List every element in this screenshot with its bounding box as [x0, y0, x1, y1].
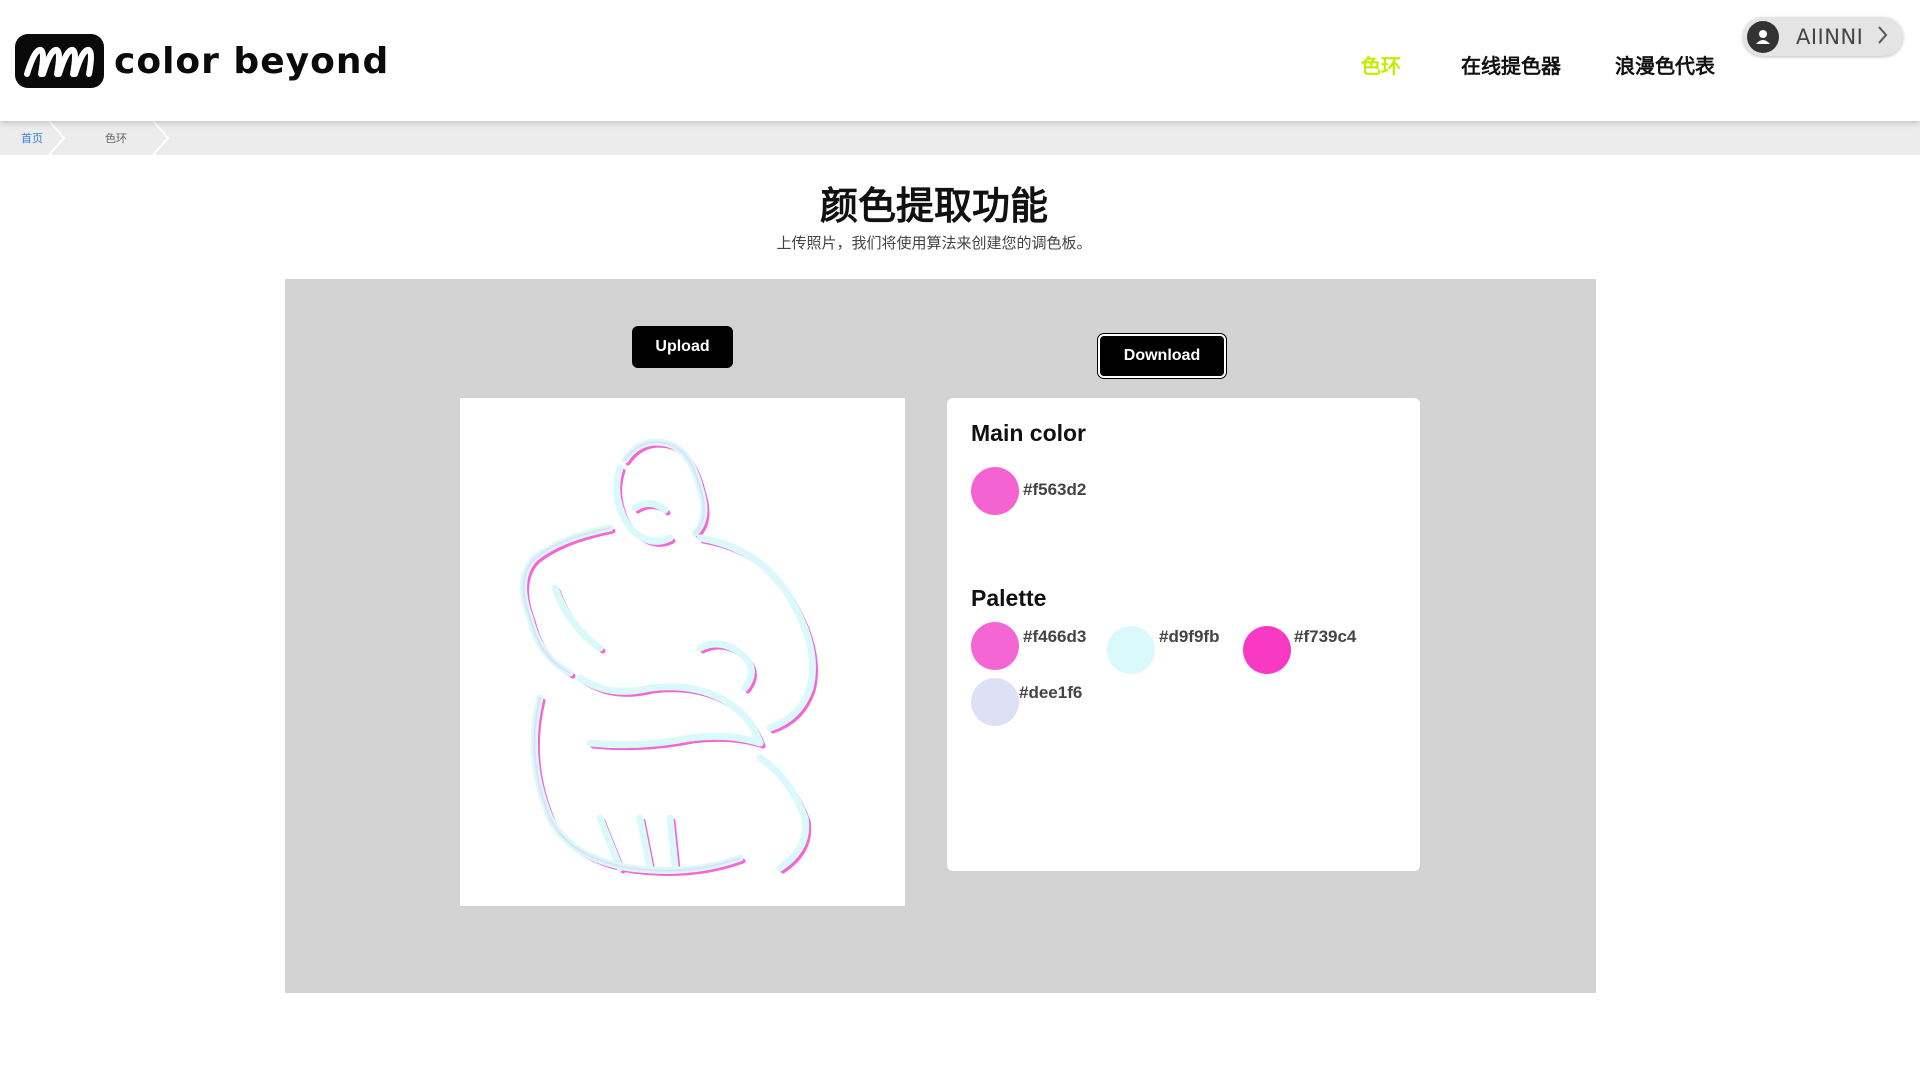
main-color-hex: #f563d2 — [1023, 480, 1087, 499]
breadcrumb-separator-icon — [48, 121, 66, 155]
brand-logo[interactable]: color beyond — [15, 34, 389, 88]
palette-swatch[interactable] — [1243, 626, 1291, 674]
uploaded-image-illustration — [520, 438, 818, 876]
palette-hex: #dee1f6 — [1019, 683, 1083, 702]
user-menu-button[interactable]: AIINNI — [1743, 17, 1903, 56]
page-title: 颜色提取功能 — [819, 184, 1048, 228]
download-button[interactable]: Download — [1098, 334, 1226, 378]
nav-item-online-extractor[interactable]: 在线提色器 — [1461, 50, 1561, 79]
breadcrumb-current: 色环 — [105, 132, 127, 145]
palette-swatch[interactable] — [971, 678, 1019, 726]
nav-item-color-wheel[interactable]: 色环 — [1361, 50, 1401, 79]
upload-button[interactable]: Upload — [632, 326, 733, 368]
nav-item-romantic-colors[interactable]: 浪漫色代表 — [1615, 50, 1715, 79]
top-header: color beyond 色环 在线提色器 浪漫色代表 AIINNI — [0, 0, 1920, 121]
palette-heading: Palette — [971, 585, 1047, 611]
color-result-card: Main color #f563d2 Palette #f466d3 #d9f9… — [947, 398, 1420, 871]
user-icon — [1756, 30, 1770, 44]
extractor-panel: Upload Download Main color #f563d2 Palet… — [285, 279, 1596, 993]
breadcrumb: 首页 色环 — [0, 121, 1920, 155]
brand-name: color beyond — [114, 40, 390, 82]
palette-hex: #f466d3 — [1023, 627, 1087, 646]
breadcrumb-home-link[interactable]: 首页 — [21, 130, 43, 146]
logo-mark-icon — [15, 34, 104, 88]
palette-swatch[interactable] — [971, 622, 1019, 670]
user-name: AIINNI — [1796, 25, 1864, 49]
uploaded-image — [460, 398, 905, 906]
palette-hex: #d9f9fb — [1159, 627, 1220, 646]
chevron-right-icon — [1876, 23, 1890, 53]
main-color-swatch[interactable] — [971, 467, 1019, 515]
page-subtitle: 上传照片，我们将使用算法来创建您的调色板。 — [776, 234, 1092, 252]
palette-hex: #f739c4 — [1294, 627, 1357, 646]
breadcrumb-separator-icon — [152, 121, 170, 155]
palette-swatch[interactable] — [1107, 626, 1155, 674]
main-color-heading: Main color — [971, 420, 1087, 446]
avatar — [1747, 21, 1779, 53]
